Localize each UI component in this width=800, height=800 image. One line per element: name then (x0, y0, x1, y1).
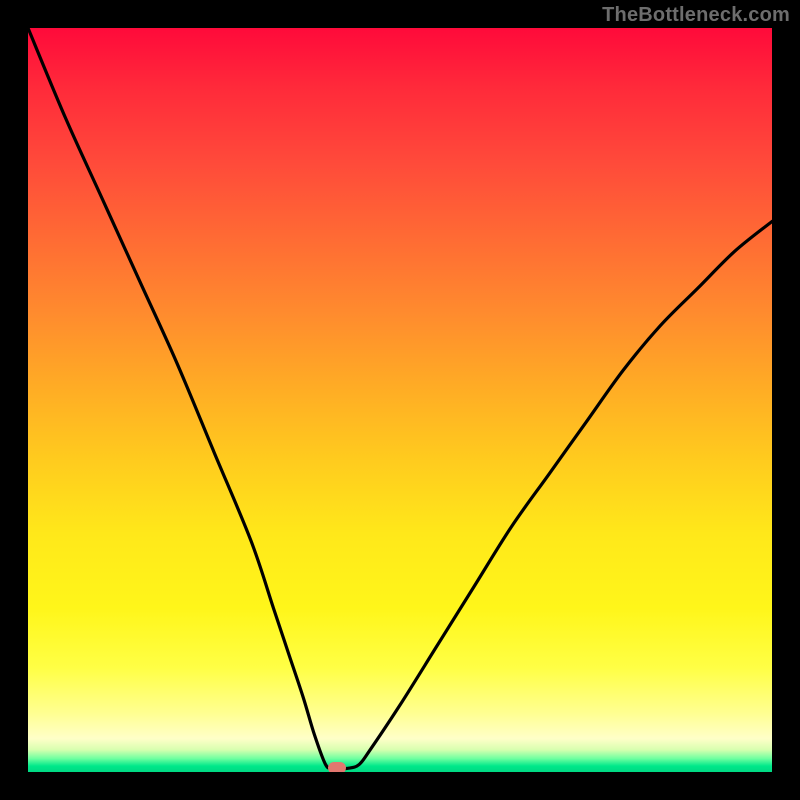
curve-svg (28, 28, 772, 772)
watermark-text: TheBottleneck.com (602, 4, 790, 27)
bottleneck-curve (28, 28, 772, 769)
chart-frame: TheBottleneck.com (0, 0, 800, 800)
plot-area (28, 28, 772, 772)
minimum-marker (328, 762, 346, 772)
